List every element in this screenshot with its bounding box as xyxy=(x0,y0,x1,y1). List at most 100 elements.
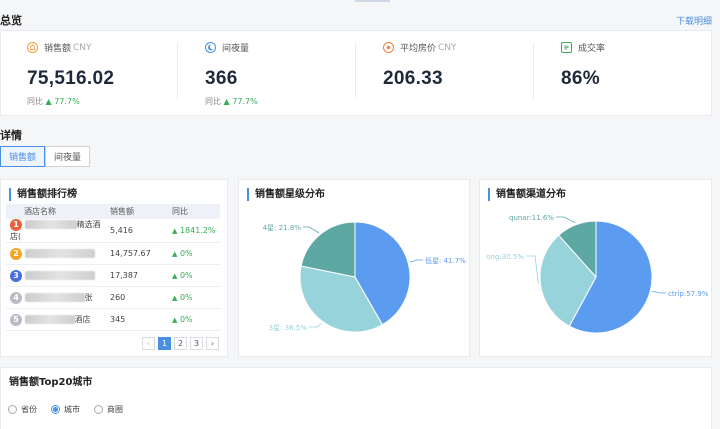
table-row[interactable]: 2 14,757.67 ▲ 0% xyxy=(6,242,220,265)
radio-business-district[interactable]: 商圈 xyxy=(94,404,123,415)
prev-page-button[interactable]: ‹ xyxy=(142,337,155,350)
radio-province[interactable]: 省份 xyxy=(8,404,37,415)
tab-sales[interactable]: 销售额 xyxy=(0,146,46,167)
kpi-label: 间夜量 xyxy=(222,44,250,54)
divider xyxy=(355,43,356,99)
radio-circle xyxy=(8,405,17,414)
hotel-name-tail: 张 xyxy=(84,292,93,302)
star-distribution-card: 销售额星级分布 低星: 41.7% 3星: 36.5% 4星: 21.8% xyxy=(238,179,470,357)
pagination: ‹ 1 2 3 › xyxy=(142,337,219,350)
label-leader-line xyxy=(556,216,576,224)
table-row[interactable]: 1 精选酒店( 5,416 ▲ 1841.2% xyxy=(6,219,220,243)
top20-title: 销售额Top20城市 xyxy=(9,377,93,388)
kpi-room-nights: 间夜量 366 同比 ▲ 77.7% xyxy=(205,41,383,111)
ranking-title: 销售额排行榜 xyxy=(9,188,77,201)
kpi-compare-label: 同比 xyxy=(27,97,43,106)
hotel-cell: 2 xyxy=(6,242,106,265)
kpi-conversion: 成交率 86% xyxy=(561,41,720,111)
download-details-link[interactable]: 下载明细 xyxy=(676,14,712,27)
next-page-button[interactable]: › xyxy=(206,337,219,350)
page: 总览 下载明细 销售额 CNY 75,516.02 同比 ▲ 77.7% 间夜量 … xyxy=(0,0,720,429)
hotel-cell: 1 精选酒店( xyxy=(6,219,106,243)
radio-circle xyxy=(94,405,103,414)
hotel-cell: 4 张 xyxy=(6,286,106,309)
overview-title: 总览 xyxy=(0,14,22,27)
pie-label-低星: 低星: 41.7% xyxy=(425,256,466,265)
redacted-name xyxy=(24,292,85,302)
divider xyxy=(533,43,534,99)
up-arrow-icon: ▲ xyxy=(172,294,178,302)
top-indicator xyxy=(355,0,390,2)
pie-label-4星: 4星: 21.8% xyxy=(263,224,302,232)
yoy-cell: ▲ 0% xyxy=(168,308,220,331)
yoy-cell: ▲ 0% xyxy=(168,286,220,309)
hotel-cell: 5 酒店 xyxy=(6,308,106,331)
kpi-value: 366 xyxy=(205,68,238,89)
kpi-compare-label: 同比 xyxy=(205,97,221,106)
sales-cell: 5,416 xyxy=(106,219,168,243)
page-1-button[interactable]: 1 xyxy=(158,337,171,350)
divider xyxy=(177,43,178,99)
radio-city[interactable]: 城市 xyxy=(51,404,80,415)
kpi-compare-value: 77.7% xyxy=(54,97,80,106)
yoy-value: 0% xyxy=(179,293,193,302)
kpi-value: 75,516.02 xyxy=(27,68,115,89)
table-header: 酒店名称 销售额 同比 xyxy=(6,204,220,219)
label-leader-line xyxy=(309,322,322,328)
up-arrow-icon: ▲ xyxy=(172,316,178,324)
radio-label: 城市 xyxy=(64,405,80,414)
rank-badge: 1 xyxy=(10,219,22,231)
rank-badge: 3 xyxy=(10,269,22,282)
ranking-table: 酒店名称 销售额 同比 1 精选酒店( 5,416 ▲ 1841.2% 2 14… xyxy=(6,204,220,331)
sales-cell: 260 xyxy=(106,286,168,309)
kpi-unit: CNY xyxy=(73,42,92,53)
kpi-unit: CNY xyxy=(438,42,457,53)
radio-label: 省份 xyxy=(21,405,37,414)
yoy-value: 0% xyxy=(179,249,193,258)
hotel-cell: 3 xyxy=(6,264,106,287)
sales-cell: 14,757.67 xyxy=(106,242,168,265)
label-leader-line xyxy=(303,226,320,234)
yoy-cell: ▲ 1841.2% xyxy=(168,219,220,243)
page-2-button[interactable]: 2 xyxy=(174,337,187,350)
top20-card: 销售额Top20城市 xyxy=(0,367,712,429)
rank-badge: 5 xyxy=(10,313,22,326)
radio-label: 商圈 xyxy=(107,405,123,414)
up-arrow-icon: ▲ xyxy=(172,272,178,280)
kpi-label: 成交率 xyxy=(578,44,606,54)
pie-label-qunar: qunar:11.6% xyxy=(509,214,554,222)
yoy-cell: ▲ 0% xyxy=(168,264,220,287)
kpi-label: 平均房价 xyxy=(400,44,437,54)
up-arrow-icon: ▲ xyxy=(45,97,52,106)
table-row[interactable]: 4 张 260 ▲ 0% xyxy=(6,286,220,309)
pie-label-ctrip: ctrip:57.9% xyxy=(668,290,709,298)
rank-badge: 2 xyxy=(10,247,22,260)
region-radio-group: 省份 城市 商圈 xyxy=(8,404,123,415)
kpi-sales: 销售额 CNY 75,516.02 同比 ▲ 77.7% xyxy=(27,41,205,111)
rank-badge: 4 xyxy=(10,291,22,304)
col-yoy: 同比 xyxy=(168,204,220,219)
col-sales: 销售额 xyxy=(106,204,168,219)
price-tag-icon xyxy=(383,42,394,53)
document-icon xyxy=(561,42,572,53)
redacted-name xyxy=(24,248,95,258)
kpi-compare: 同比 ▲ 77.7% xyxy=(27,96,205,107)
page-3-button[interactable]: 3 xyxy=(190,337,203,350)
kpi-avg-price: 平均房价 CNY 206.33 xyxy=(383,41,561,111)
detail-tabs: 销售额 间夜量 xyxy=(0,146,91,167)
sales-cell: 345 xyxy=(106,308,168,331)
pie-label-3星: 3星: 36.5% xyxy=(269,324,308,332)
star-pie-chart: 低星: 41.7% 3星: 36.5% 4星: 21.8% xyxy=(263,221,466,333)
ranking-card: 销售额排行榜 酒店名称 销售额 同比 1 精选酒店( 5,416 ▲ 1841.… xyxy=(0,179,228,357)
up-arrow-icon: ▲ xyxy=(172,250,178,258)
moon-icon xyxy=(205,42,216,53)
channel-pie-chart: ctrip:57.9% ong:30.5% qunar:11.6% xyxy=(486,214,709,334)
label-leader-line xyxy=(409,259,423,263)
tab-room-nights[interactable]: 间夜量 xyxy=(45,146,91,167)
table-row[interactable]: 5 酒店 345 ▲ 0% xyxy=(6,308,220,331)
money-bag-icon xyxy=(27,42,38,53)
label-leader-line xyxy=(526,255,539,284)
pie-label-ong: ong:30.5% xyxy=(486,253,524,261)
table-row[interactable]: 3 17,387 ▲ 0% xyxy=(6,264,220,287)
redacted-name xyxy=(24,314,75,324)
